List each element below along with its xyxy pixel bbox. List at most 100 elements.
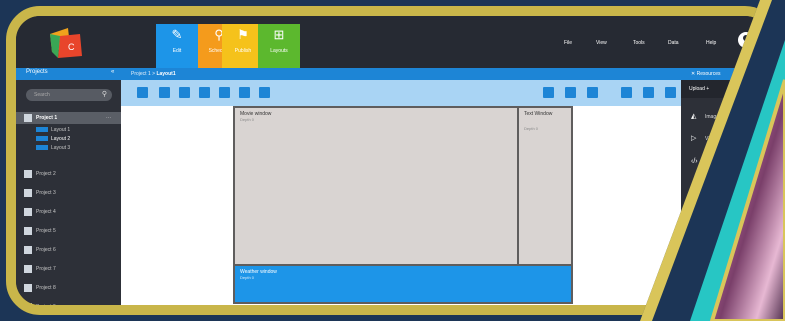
sidebar-item-layout-2[interactable]: Layout 2 — [36, 135, 70, 144]
folder-icon — [24, 283, 32, 292]
collapse-icon[interactable]: « — [111, 69, 114, 75]
menu-file[interactable]: File — [564, 40, 572, 46]
widget-icon: ⚙ — [691, 183, 698, 190]
layout-label: Layout 3 — [51, 145, 71, 151]
menu-view[interactable]: View — [596, 40, 607, 46]
layout-canvas[interactable]: Movie window Depth 0 Text Window Depth 0… — [121, 106, 686, 305]
sidebar-item-project-8[interactable]: Project 8 — [24, 282, 56, 294]
align-right-icon[interactable] — [587, 87, 598, 98]
align-bottom-icon[interactable] — [665, 87, 676, 98]
layout-icon — [36, 145, 48, 151]
folder-icon — [24, 226, 32, 235]
align-center-icon[interactable] — [565, 87, 576, 98]
weather-window[interactable]: Weather window Depth 0 — [233, 264, 573, 304]
menu-data[interactable]: Data — [668, 40, 679, 46]
resources-panel: Upload + ◭ Image ▷ Video ‹/› Web ⚙ — [681, 80, 769, 305]
align-left-icon[interactable] — [543, 87, 554, 98]
project-label: Project 8 — [36, 285, 56, 291]
layout-icon — [36, 127, 48, 133]
text-window-depth: Depth 0 — [524, 126, 539, 131]
project-label: Project 6 — [36, 247, 56, 253]
menu-help[interactable]: Help — [706, 40, 716, 46]
sidebar-title: Projects — [26, 69, 48, 75]
weather-window-depth: Depth 0 — [240, 275, 255, 280]
resource-item-image[interactable]: ◭ Image — [691, 112, 719, 120]
resource-item-web[interactable]: ‹/› Web — [691, 158, 715, 165]
sidebar-item-project-3[interactable]: Project 3 — [24, 187, 56, 199]
tab-edit-label: Edit — [172, 48, 182, 54]
resources-title: ✕ Resources — [691, 71, 721, 77]
folder-icon — [24, 264, 32, 273]
add-window-icon[interactable] — [137, 87, 148, 98]
resource-item-widget[interactable]: ⚙ — [691, 182, 705, 190]
canvas-toolbar — [121, 80, 686, 106]
resource-label: Video — [705, 136, 718, 142]
edit-document-icon: ✎ — [171, 27, 183, 42]
tab-layouts-label: Layouts — [270, 48, 288, 54]
image-icon: ◭ — [691, 113, 697, 120]
sidebar-item-project-1[interactable]: Project 1 — [24, 112, 57, 124]
project-label: Project 3 — [36, 190, 56, 196]
layout-label: Layout 2 — [51, 136, 71, 142]
projects-sidebar: Projects « Search ⚲ Project 1 ··· Layout… — [16, 69, 121, 305]
user-avatar[interactable] — [738, 32, 754, 48]
breadcrumb-separator: > — [152, 71, 156, 77]
add-video-icon[interactable] — [179, 87, 190, 98]
tab-edit[interactable]: ✎ Edit — [156, 24, 198, 68]
close-icon[interactable]: ✕ — [691, 71, 695, 77]
more-options-icon[interactable]: ··· — [106, 112, 111, 124]
sidebar-item-project-2[interactable]: Project 2 — [24, 168, 56, 180]
sidebar-item-project-5[interactable]: Project 5 — [24, 225, 56, 237]
project-label: Project 7 — [36, 266, 56, 272]
folder-icon — [24, 113, 32, 122]
sidebar-item-project-7[interactable]: Project 7 — [24, 263, 56, 275]
upload-button[interactable]: Upload + — [681, 80, 741, 98]
search-icon[interactable]: ⚲ — [102, 89, 107, 101]
breadcrumb-layout: Layout1 — [156, 71, 176, 77]
resource-item-video[interactable]: ▷ Video — [691, 134, 718, 142]
folder-icon — [24, 245, 32, 254]
add-text-icon[interactable] — [199, 87, 210, 98]
folder-icon — [24, 302, 32, 305]
sidebar-item-project-4[interactable]: Project 4 — [24, 206, 56, 218]
sidebar-item-project-6[interactable]: Project 6 — [24, 244, 56, 256]
search-placeholder: Search — [34, 92, 50, 98]
breadcrumb: Project 1 > Layout1 — [131, 71, 176, 77]
sidebar-item-project-9[interactable]: Project 9 — [24, 301, 56, 310]
app-frame: C ✎ Edit ⚲ Schedule ⚑ Publish ⊞ Layouts … — [6, 6, 779, 315]
project-label: Project 1 — [36, 115, 58, 121]
layout-icon — [36, 136, 48, 142]
layout-label: Layout 1 — [51, 127, 71, 133]
add-clock-icon[interactable] — [259, 87, 270, 98]
project-label: Project 4 — [36, 209, 56, 215]
tab-layouts[interactable]: ⊞ Layouts — [258, 24, 300, 68]
add-web-icon[interactable] — [219, 87, 230, 98]
folder-icon — [24, 207, 32, 216]
code-icon: ‹/› — [691, 158, 698, 165]
align-middle-icon[interactable] — [643, 87, 654, 98]
project-label: Project 9 — [36, 304, 56, 310]
project-label: Project 5 — [36, 228, 56, 234]
movie-window[interactable]: Movie window Depth 0 — [233, 106, 519, 266]
folder-icon — [24, 188, 32, 197]
movie-window-depth: Depth 0 — [240, 117, 255, 122]
panel-header-bar — [16, 68, 769, 80]
resources-title-label: Resources — [696, 71, 721, 77]
align-top-icon[interactable] — [621, 87, 632, 98]
text-window-title: Text Window — [524, 111, 553, 117]
resource-label: Image — [705, 114, 719, 120]
resource-label: Web — [705, 159, 716, 165]
add-widget-icon[interactable] — [239, 87, 250, 98]
logo-letter: C — [68, 42, 75, 52]
project-label: Project 2 — [36, 171, 56, 177]
menu-tools[interactable]: Tools — [633, 40, 645, 46]
grid-icon: ⊞ — [273, 27, 285, 42]
text-window[interactable]: Text Window Depth 0 — [517, 106, 573, 266]
sidebar-item-layout-1[interactable]: Layout 1 — [36, 126, 70, 135]
top-bar: C ✎ Edit ⚲ Schedule ⚑ Publish ⊞ Layouts … — [16, 16, 769, 68]
play-icon: ▷ — [691, 135, 697, 142]
sidebar-item-layout-3[interactable]: Layout 3 — [36, 144, 70, 153]
breadcrumb-project[interactable]: Project 1 — [131, 71, 151, 77]
search-input[interactable]: Search ⚲ — [26, 89, 112, 101]
add-image-icon[interactable] — [159, 87, 170, 98]
